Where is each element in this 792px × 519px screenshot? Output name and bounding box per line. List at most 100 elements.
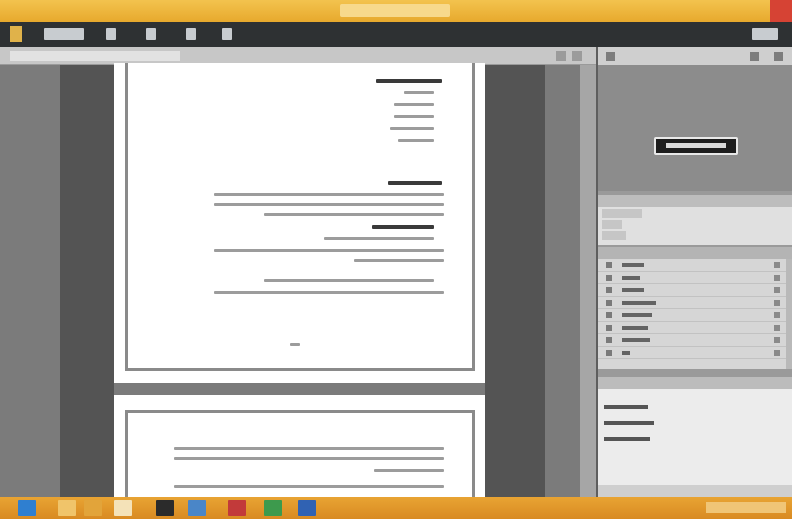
pasteboard-left [60,65,114,497]
property-row[interactable] [602,231,626,240]
text-line [174,447,444,450]
workspace-button[interactable] [44,28,84,40]
layers-header [598,247,792,259]
redo-icon[interactable] [146,28,156,40]
document-tab[interactable] [10,51,180,61]
layer-row[interactable] [598,347,792,359]
layers-scrollbar[interactable] [786,259,792,369]
panel-menu-icon[interactable] [750,52,759,61]
layer-name [622,300,656,305]
right-panel [596,47,792,497]
lock-icon[interactable] [774,262,780,268]
undo-icon[interactable] [106,28,116,40]
text-line [264,279,434,282]
layer-name [622,350,630,355]
pasteboard-right [485,65,545,497]
property-row[interactable] [602,220,622,229]
zoom-icon[interactable] [186,28,196,40]
page-list-item[interactable] [604,437,650,441]
layer-row[interactable] [598,334,792,347]
eye-icon[interactable] [606,349,612,356]
text-line [174,485,444,488]
pages-panel [598,377,792,497]
arrow-icon[interactable] [222,28,232,40]
start-icon[interactable] [18,500,36,516]
panel-close-icon[interactable] [774,52,783,61]
close-button[interactable] [770,0,792,22]
app-logo-icon[interactable] [10,26,22,42]
eye-icon[interactable] [606,262,612,268]
layer-row[interactable] [598,272,792,284]
acrobat-icon[interactable] [228,500,246,516]
document-page-1[interactable] [114,63,485,383]
layer-row[interactable] [598,297,792,309]
right-panel-header [598,47,792,65]
eye-icon[interactable] [606,312,612,318]
app-icon[interactable] [156,500,174,516]
text-heading [372,225,434,229]
layer-row[interactable] [598,259,792,272]
properties-panel [598,195,792,245]
page-list-item[interactable] [604,421,654,425]
text-heading [376,79,442,83]
lock-icon[interactable] [774,299,780,306]
layer-name [622,288,644,292]
main-toolbar [0,22,792,47]
window-controls [726,0,792,22]
pages-footer [598,485,792,497]
text-line [214,203,444,206]
page-margin-frame [125,63,475,371]
text-line [264,213,444,216]
text-line [394,103,434,106]
eye-icon[interactable] [606,299,612,306]
preview-label [654,137,738,155]
panel-close-icon[interactable] [572,51,582,61]
system-tray[interactable] [706,502,786,513]
text-line [354,259,444,262]
word-icon[interactable] [298,500,316,516]
text-line [214,249,444,252]
lock-icon[interactable] [774,287,780,293]
folder-icon[interactable] [84,500,102,516]
browser-icon[interactable] [114,500,132,516]
windows-taskbar [0,497,792,519]
layers-panel [598,247,792,369]
lock-icon[interactable] [774,337,780,343]
panel-icon[interactable] [606,52,615,61]
text-line [394,115,434,118]
vertical-scrollbar[interactable] [580,65,596,497]
lock-icon[interactable] [774,324,780,331]
eye-icon[interactable] [606,274,612,281]
preview-panel [598,65,792,191]
excel-icon[interactable] [264,500,282,516]
text-line [374,469,444,472]
layer-row[interactable] [598,284,792,297]
layer-name [622,275,640,280]
document-viewport[interactable] [0,63,596,519]
media-icon[interactable] [188,500,206,516]
lock-icon[interactable] [774,349,780,356]
layer-row[interactable] [598,309,792,322]
lock-icon[interactable] [774,312,780,318]
eye-icon[interactable] [606,324,612,331]
eye-icon[interactable] [606,287,612,293]
lock-icon[interactable] [774,274,780,281]
window-title [340,4,450,17]
desktop-screen [0,0,792,519]
user-menu-button[interactable] [752,28,778,40]
text-line [174,457,444,460]
document-page-2[interactable] [114,395,485,519]
text-line [214,193,444,196]
text-line [390,127,434,130]
page-list-item[interactable] [604,405,648,409]
property-row[interactable] [602,209,642,218]
text-line [214,291,444,294]
panel-menu-icon[interactable] [556,51,566,61]
maximize-button[interactable] [748,0,770,22]
layer-row[interactable] [598,322,792,334]
layer-name [622,263,644,267]
minimize-button[interactable] [726,0,748,22]
text-heading [388,181,442,185]
explorer-icon[interactable] [58,500,76,516]
eye-icon[interactable] [606,337,612,343]
